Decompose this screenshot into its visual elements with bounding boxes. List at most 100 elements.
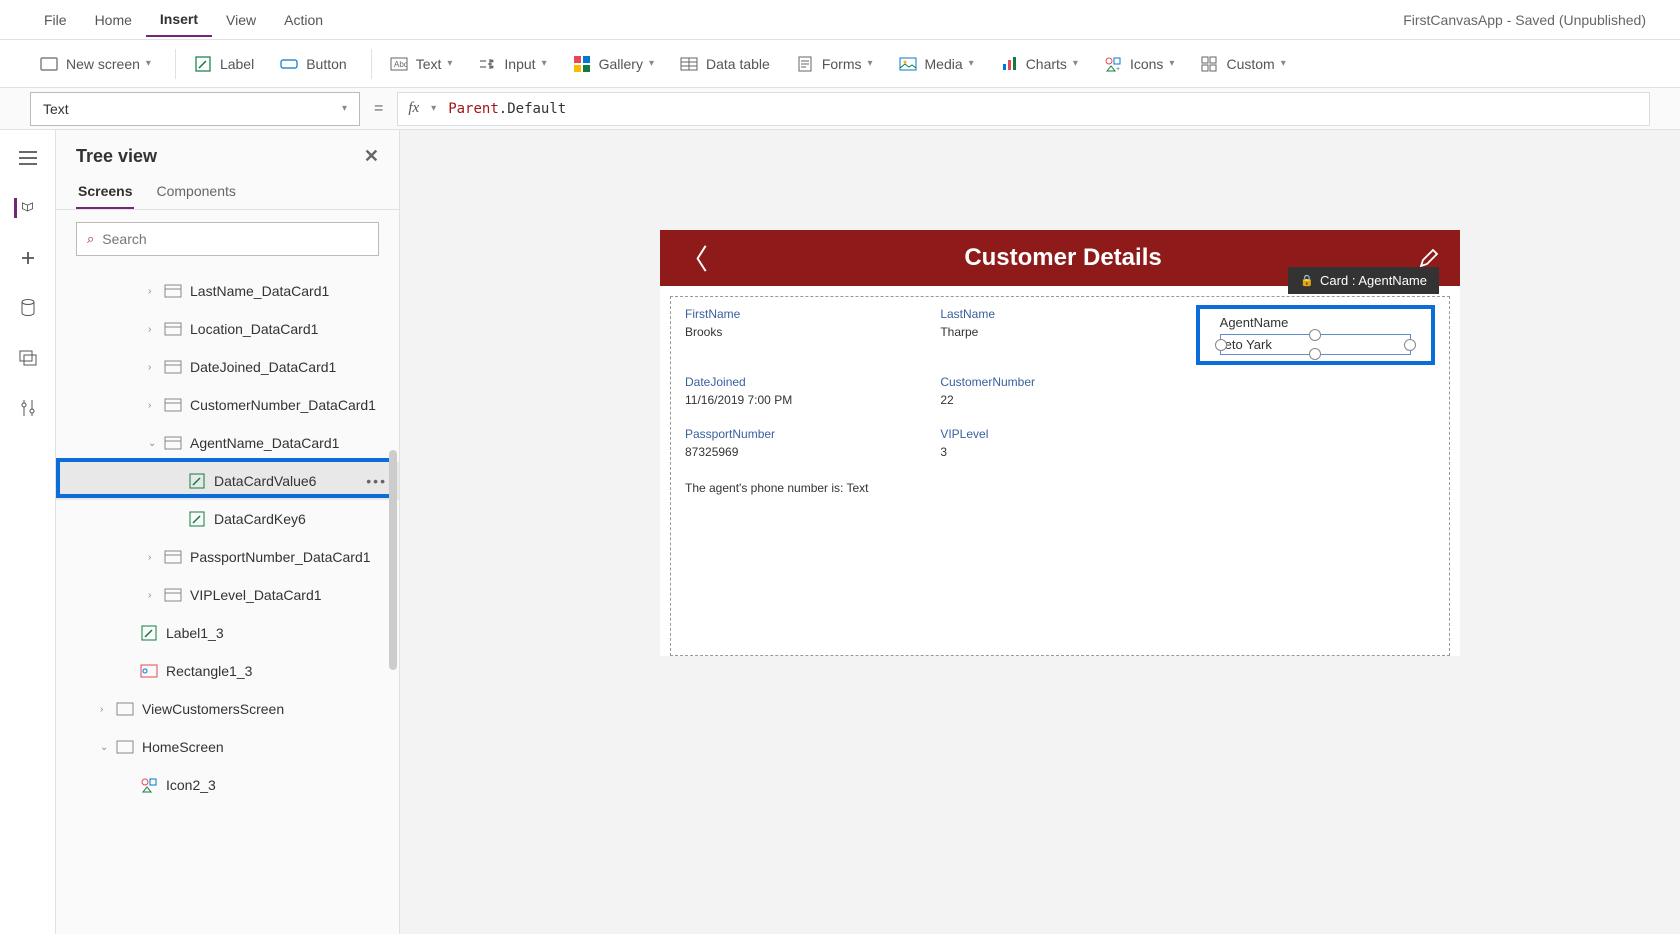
chevron-down-icon: ▾: [447, 58, 452, 69]
resize-handle[interactable]: [1404, 339, 1416, 351]
tab-components[interactable]: Components: [154, 177, 237, 209]
tree-item-location_datacard1[interactable]: ›Location_DataCard1: [56, 310, 399, 348]
card-tag-label: Card : AgentName: [1320, 273, 1427, 288]
media-button[interactable]: Media ▾: [889, 49, 984, 79]
custom-button[interactable]: Custom ▾: [1190, 49, 1295, 79]
forms-button[interactable]: Forms ▾: [786, 49, 883, 79]
menu-file[interactable]: File: [30, 4, 81, 36]
forms-icon: [796, 55, 814, 73]
chevron-icon[interactable]: ›: [148, 362, 160, 373]
vip-value: 3: [940, 443, 1179, 469]
menu-home[interactable]: Home: [81, 4, 146, 36]
chevron-icon[interactable]: ›: [148, 552, 160, 563]
data-rail-icon[interactable]: [18, 298, 38, 318]
menu-view[interactable]: View: [212, 4, 270, 36]
tree-item-agentname_datacard1[interactable]: ⌄AgentName_DataCard1: [56, 424, 399, 462]
formula-input[interactable]: fx ▾ Parent.Default: [397, 92, 1650, 126]
new-screen-label: New screen: [66, 56, 140, 72]
resize-handle[interactable]: [1215, 339, 1227, 351]
lastname-card[interactable]: LastName Tharpe: [940, 305, 1179, 365]
tree-item-label: DateJoined_DataCard1: [190, 359, 336, 375]
agentname-card[interactable]: AgentName eto Yark: [1196, 305, 1435, 365]
tree-item-datacardvalue6[interactable]: DataCardValue6 •••: [56, 462, 399, 500]
passport-value: 87325969: [685, 443, 924, 469]
vip-card[interactable]: VIPLevel 3: [940, 425, 1179, 469]
firstname-card[interactable]: FirstName Brooks: [685, 305, 924, 365]
fx-icon: fx: [408, 100, 419, 117]
passport-card[interactable]: PassportNumber 87325969: [685, 425, 924, 469]
tab-screens[interactable]: Screens: [76, 177, 134, 209]
tree-item-label: DataCardValue6: [214, 473, 316, 489]
scrollbar[interactable]: [389, 450, 397, 670]
tree-item-datejoined_datacard1[interactable]: › DateJoined_DataCard1: [56, 348, 399, 386]
datejoined-card[interactable]: DateJoined 11/16/2019 7:00 PM: [685, 373, 924, 417]
new-screen-button[interactable]: New screen ▾: [30, 49, 161, 79]
tree-item-rectangle1_3[interactable]: Rectangle1_3: [56, 652, 399, 690]
lastname-value: Tharpe: [940, 323, 1179, 349]
button-button[interactable]: Button: [270, 49, 356, 79]
tree-item-homescreen[interactable]: ⌄HomeScreen: [56, 728, 399, 766]
custnum-label: CustomerNumber: [940, 373, 1179, 391]
tree: ›LastName_DataCard1›Location_DataCard1›D…: [56, 268, 399, 808]
footer-label: The agent's phone number is: Text: [685, 481, 869, 495]
text-button[interactable]: Abc Text ▾: [380, 49, 463, 79]
vip-label: VIPLevel: [940, 425, 1179, 443]
tree-item-datacardkey6[interactable]: DataCardKey6: [56, 500, 399, 538]
custom-icon: [1200, 55, 1218, 73]
menu-action[interactable]: Action: [270, 4, 337, 36]
chevron-down-icon: ▾: [1073, 58, 1078, 69]
chevron-icon[interactable]: ›: [100, 704, 112, 715]
tree-item-customernumber_datacard1[interactable]: ›CustomerNumber_DataCard1: [56, 386, 399, 424]
close-icon[interactable]: ✕: [364, 146, 379, 167]
insert-rail-icon[interactable]: [18, 248, 38, 268]
more-icon[interactable]: •••: [366, 473, 387, 489]
resize-handle[interactable]: [1309, 348, 1321, 360]
resize-handle[interactable]: [1309, 329, 1321, 341]
custom-label: Custom: [1226, 56, 1274, 72]
tree-item-lastname_datacard1[interactable]: ›LastName_DataCard1: [56, 272, 399, 310]
chevron-icon[interactable]: ›: [148, 590, 160, 601]
chevron-icon[interactable]: ⌄: [100, 742, 112, 753]
property-select[interactable]: Text ▾: [30, 92, 360, 126]
icons-icon: +: [1104, 55, 1122, 73]
firstname-value: Brooks: [685, 323, 924, 349]
back-icon[interactable]: 〈: [680, 238, 708, 278]
table-icon: [680, 55, 698, 73]
tree-item-icon2_3[interactable]: Icon2_3: [56, 766, 399, 804]
advanced-rail-icon[interactable]: [18, 398, 38, 418]
media-rail-icon[interactable]: [18, 348, 38, 368]
menu-insert[interactable]: Insert: [146, 3, 212, 37]
card-selection-tag[interactable]: 🔒 Card : AgentName: [1288, 267, 1439, 294]
chevron-down-icon: ▾: [867, 58, 872, 69]
custnum-card[interactable]: CustomerNumber 22: [940, 373, 1179, 417]
chevron-icon[interactable]: ⌄: [148, 438, 160, 449]
icons-button[interactable]: + Icons ▾: [1094, 49, 1185, 79]
chevron-icon[interactable]: ›: [148, 286, 160, 297]
firstname-label: FirstName: [685, 305, 924, 323]
canvas[interactable]: 〈 Customer Details FirstName Brooks Last…: [660, 230, 1460, 656]
lastname-label: LastName: [940, 305, 1179, 323]
gallery-button[interactable]: Gallery ▾: [563, 49, 664, 79]
data-table-button[interactable]: Data table: [670, 49, 780, 79]
panel-title: Tree view: [76, 146, 157, 167]
property-value: Text: [43, 101, 69, 117]
datacardvalue6-selection[interactable]: eto Yark: [1220, 334, 1411, 355]
text-label: Text: [416, 56, 442, 72]
search-input[interactable]: [102, 231, 368, 247]
tree-item-viplevel_datacard1[interactable]: ›VIPLevel_DataCard1: [56, 576, 399, 614]
input-icon: [478, 55, 496, 73]
tree-item-viewcustomersscreen[interactable]: ›ViewCustomersScreen: [56, 690, 399, 728]
tree-item-passportnumber_datacard1[interactable]: ›PassportNumber_DataCard1: [56, 538, 399, 576]
search-box[interactable]: ⌕: [76, 222, 379, 256]
chevron-icon[interactable]: ›: [148, 400, 160, 411]
edit-icon[interactable]: [1418, 247, 1440, 269]
label-button[interactable]: Label: [184, 49, 264, 79]
form[interactable]: FirstName Brooks LastName Tharpe 🔒 Card …: [670, 296, 1450, 656]
tree-item-label1_3[interactable]: Label1_3: [56, 614, 399, 652]
hamburger-icon[interactable]: [18, 148, 38, 168]
chevron-icon[interactable]: ›: [148, 324, 160, 335]
tree-view-icon[interactable]: [14, 198, 34, 218]
input-button[interactable]: Input ▾: [468, 49, 556, 79]
charts-button[interactable]: Charts ▾: [990, 49, 1088, 79]
passport-label: PassportNumber: [685, 425, 924, 443]
